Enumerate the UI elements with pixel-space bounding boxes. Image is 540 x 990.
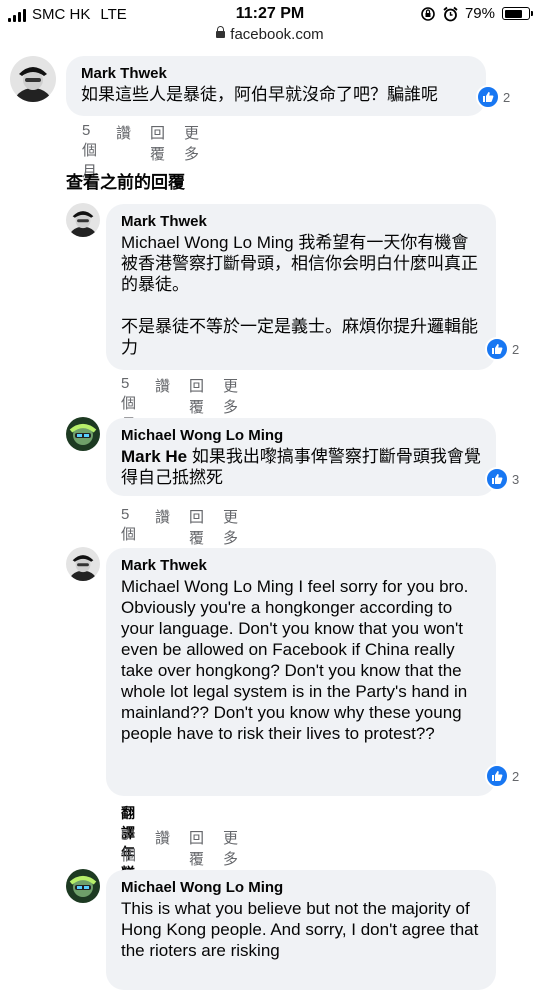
battery-percent: 79% [464,5,495,22]
avatar[interactable] [66,417,100,451]
comment-text: 如果這些人是暴徒，阿伯早就沒命了吧？騙誰呢 [81,85,438,104]
like-icon [485,337,509,361]
comment-bubble: Michael Wong Lo Ming Mark He 如果我出嚟搞事俾警察打… [106,418,496,496]
reaction-count[interactable]: 2 [485,764,519,788]
avatar[interactable] [66,869,100,903]
comment-text: Michael Wong Lo Ming I feel sorry for yo… [121,577,474,743]
like-icon [485,764,509,788]
comment-author[interactable]: Mark Thwek [121,556,482,576]
alarm-icon [443,6,458,21]
see-previous-replies-link[interactable]: 查看之前的回覆 [66,168,185,193]
comment-author[interactable]: Michael Wong Lo Ming [121,426,482,446]
address-bar[interactable]: facebook.com [0,25,540,43]
comment-author[interactable]: Mark Thwek [121,212,482,232]
mention-link[interactable]: Mark He [121,447,187,466]
reaction-count[interactable]: 3 [485,467,519,491]
comment-bubble: Mark Thwek Michael Wong Lo Ming I feel s… [106,548,496,796]
like-icon [485,467,509,491]
status-icons: 79% [420,5,533,22]
comment-bubble: Mark Thwek Michael Wong Lo Ming 我希望有一天你有… [106,204,496,370]
avatar[interactable] [66,547,100,581]
url-text: facebook.com [230,26,324,43]
avatar[interactable] [66,203,100,237]
reaction-count[interactable]: 2 [476,85,510,109]
reaction-count[interactable]: 2 [485,337,519,361]
more-button[interactable]: 更多 [184,122,199,181]
rotation-lock-icon [421,6,435,21]
avatar[interactable] [10,56,56,102]
lock-icon [216,25,226,38]
reaction-number: 2 [503,89,511,105]
comment-text-wrap: Mark He 如果我出嚟搞事俾警察打斷骨頭我會覺得自己抵撚死 [121,446,482,488]
comment-bubble: Mark Thwek 如果這些人是暴徒，阿伯早就沒命了吧？騙誰呢 [66,56,486,116]
reaction-number: 2 [512,768,520,784]
reaction-number: 3 [512,471,520,487]
comment-bubble: Michael Wong Lo Ming This is what you be… [106,870,496,990]
like-icon [476,85,500,109]
comment-author[interactable]: Michael Wong Lo Ming [121,878,482,898]
comment-text: This is what you believe but not the maj… [121,899,484,960]
comment-text: Michael Wong Lo Ming 我希望有一天你有機會被香港警察打斷骨頭… [121,233,478,357]
battery-icon [502,7,533,20]
status-bar: SMC HK LTE 11:27 PM 79% [0,0,540,28]
reaction-number: 2 [512,341,520,357]
comment-author[interactable]: Mark Thwek [81,64,472,84]
